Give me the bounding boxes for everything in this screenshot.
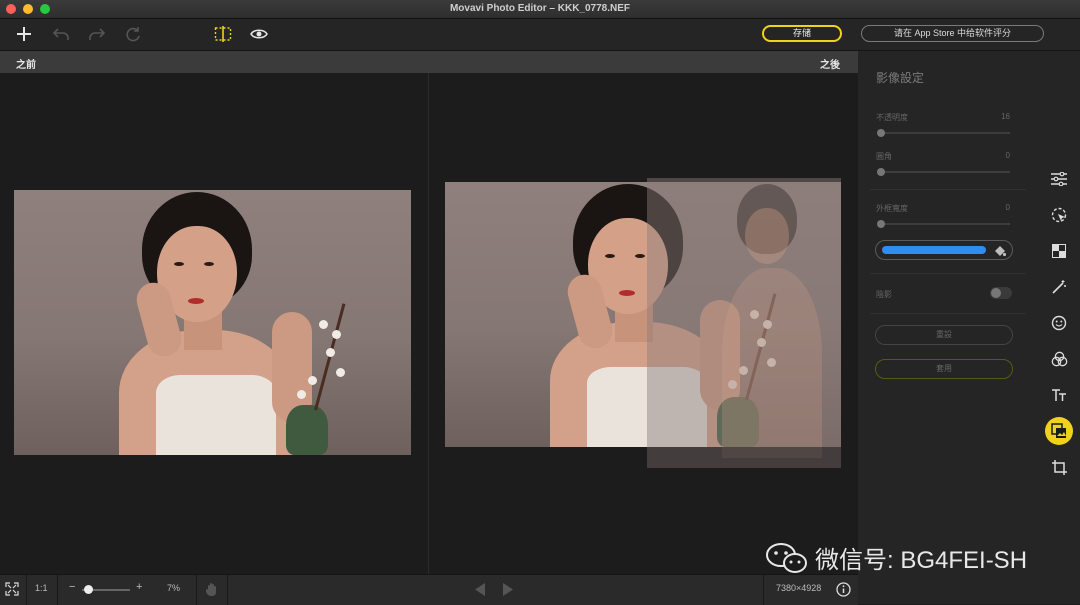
divider: [870, 189, 1026, 190]
border-color-swatch: [882, 246, 986, 254]
crop-icon: [1051, 459, 1067, 475]
divider: [870, 273, 1026, 274]
redo-button[interactable]: [85, 23, 109, 45]
image-canvas[interactable]: [0, 73, 858, 574]
overlay-image[interactable]: [647, 178, 841, 468]
background-checker-icon: [1052, 244, 1066, 258]
info-icon: [836, 582, 851, 597]
fit-screen-button[interactable]: [5, 582, 19, 601]
wechat-icon: [766, 542, 807, 573]
next-image-button[interactable]: [503, 583, 514, 601]
overlay-tool-button[interactable]: [1045, 417, 1073, 445]
previous-image-button[interactable]: [475, 583, 486, 601]
crop-tool-button[interactable]: [1045, 453, 1073, 481]
image-dimensions: 7380×4928: [776, 583, 822, 593]
compare-toggle-button[interactable]: [211, 23, 235, 45]
preview-button[interactable]: [247, 23, 271, 45]
magic-tool-button[interactable]: [1045, 273, 1073, 301]
apply-button[interactable]: 套用: [875, 359, 1013, 379]
hand-icon: [206, 583, 216, 596]
reset-button[interactable]: [121, 23, 145, 45]
corner-slider[interactable]: [880, 171, 1010, 173]
text-tool-button[interactable]: [1045, 381, 1073, 409]
hand-tool-button[interactable]: [205, 582, 219, 602]
status-bar: 1:1 − + 7% 7380×4928: [0, 574, 858, 605]
retouch-tool-button[interactable]: [1045, 309, 1073, 337]
paint-bucket-icon: [995, 246, 1006, 257]
overlay-shadow: [647, 447, 841, 468]
watermark: 微信号: BG4FEI-SH: [765, 540, 1027, 575]
redo-icon: [89, 28, 106, 40]
compare-header: 之前 之後: [0, 51, 858, 73]
corner-value: 0: [1005, 151, 1010, 160]
undo-button[interactable]: [49, 23, 73, 45]
before-label: 之前: [16, 60, 36, 71]
reset-button[interactable]: 重設: [875, 325, 1013, 345]
info-button[interactable]: [836, 582, 851, 602]
title-bar: Movavi Photo Editor – KKK_0778.NEF: [0, 0, 1080, 19]
undo-icon: [52, 28, 69, 40]
border-width-label: 外框寬度: [876, 204, 908, 213]
opacity-slider[interactable]: [880, 132, 1010, 134]
opacity-slider-knob[interactable]: [877, 129, 885, 137]
border-color-picker[interactable]: [875, 240, 1013, 260]
toolbar: 存储 请在 App Store 中给软件评分: [0, 19, 1080, 51]
image-settings-panel: 影像設定 不透明度 16 圓角 0 外框寬度 0 陰影 重設 套用: [858, 51, 1038, 604]
next-arrow-icon: [503, 583, 513, 596]
color-circles-icon: [1051, 351, 1067, 367]
corner-label: 圓角: [876, 152, 892, 161]
zoom-value: 7%: [167, 583, 181, 593]
adjust-tool-button[interactable]: [1045, 165, 1073, 193]
selection-tool-button[interactable]: [1045, 201, 1073, 229]
tool-rail: [1038, 51, 1080, 604]
window-title: Movavi Photo Editor – KKK_0778.NEF: [449, 3, 631, 14]
zoom-in-button[interactable]: +: [136, 581, 142, 593]
before-image: [14, 190, 411, 455]
shadow-toggle[interactable]: [990, 287, 1012, 299]
selection-cursor-icon: [1051, 207, 1067, 223]
border-width-slider[interactable]: [880, 223, 1010, 225]
watermark-text: 微信号: BG4FEI-SH: [815, 547, 1028, 574]
rate-app-button[interactable]: 请在 App Store 中给软件评分: [861, 25, 1044, 42]
corner-slider-knob[interactable]: [877, 168, 885, 176]
panel-heading: 影像設定: [876, 71, 925, 85]
after-label: 之後: [820, 60, 840, 71]
save-button[interactable]: 存储: [762, 25, 842, 42]
divider: [870, 313, 1026, 314]
compare-divider[interactable]: [428, 73, 429, 574]
prev-arrow-icon: [475, 583, 485, 596]
color-tool-button[interactable]: [1045, 345, 1073, 373]
opacity-label: 不透明度: [876, 113, 908, 122]
plus-icon: [17, 27, 31, 41]
adjust-sliders-icon: [1051, 172, 1067, 186]
fit-screen-icon: [5, 582, 19, 596]
opacity-value: 16: [1001, 112, 1010, 121]
border-width-slider-knob[interactable]: [877, 220, 885, 228]
face-retouch-icon: [1051, 315, 1067, 331]
split-compare-icon: [214, 26, 232, 42]
magic-wand-icon: [1052, 280, 1066, 294]
zoom-out-button[interactable]: −: [69, 581, 75, 593]
shadow-label: 陰影: [876, 290, 892, 299]
add-button[interactable]: [12, 23, 36, 45]
image-overlay-icon: [1051, 423, 1066, 438]
background-tool-button[interactable]: [1045, 237, 1073, 265]
actual-size-button[interactable]: 1:1: [35, 583, 48, 593]
zoom-slider-knob[interactable]: [84, 585, 93, 594]
text-tool-icon: [1052, 389, 1066, 401]
border-width-value: 0: [1005, 203, 1010, 212]
eye-icon: [250, 29, 268, 39]
refresh-icon: [126, 27, 140, 42]
